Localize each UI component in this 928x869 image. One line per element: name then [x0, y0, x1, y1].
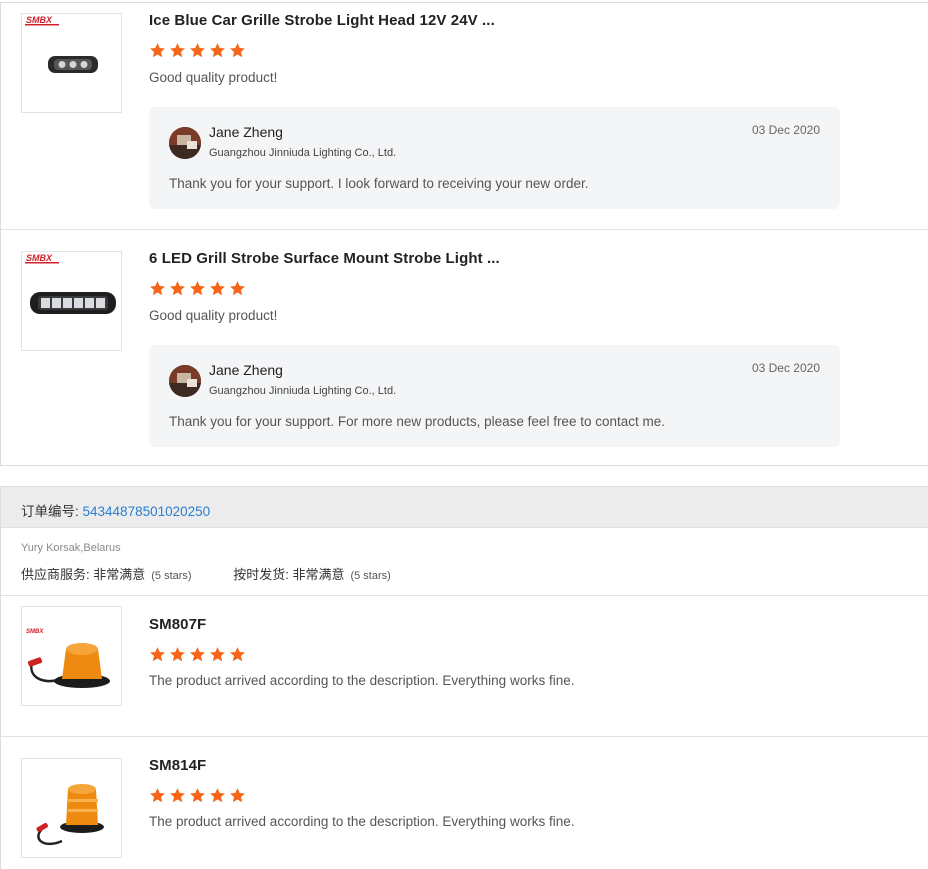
product-name[interactable]: SM814F — [149, 757, 206, 774]
brand-logo-text: SMBX — [26, 15, 53, 25]
avatar — [169, 127, 201, 159]
star-icon — [210, 788, 225, 803]
supplier-service-rating: 供应商服务: 非常满意 (5 stars) — [21, 564, 192, 583]
product-name[interactable]: 6 LED Grill Strobe Surface Mount Strobe … — [149, 250, 500, 267]
star-icon — [230, 788, 245, 803]
review-item: SMBX SM807F The product arrived accordin… — [1, 596, 928, 737]
reply-text: Thank you for your support. For more new… — [169, 414, 665, 429]
buyer-info: Yury Korsak,Belarus — [21, 542, 121, 554]
review-item: SM814F The product arrived according to … — [1, 737, 928, 869]
star-icon — [210, 43, 225, 58]
star-rating — [149, 646, 246, 664]
on-time-label: 按时发货: — [233, 567, 293, 582]
star-icon — [210, 281, 225, 296]
star-icon — [190, 43, 205, 58]
brand-logo-text: SMBX — [26, 253, 53, 263]
star-icon — [230, 281, 245, 296]
order-number-link[interactable]: 54344878501020250 — [83, 504, 211, 519]
supplier-reply: Jane Zheng Guangzhou Jinniuda Lighting C… — [149, 107, 840, 209]
order-header: 订单编号: 54344878501020250 — [1, 487, 928, 528]
product-thumbnail[interactable]: SMBX — [21, 251, 122, 351]
avatar — [169, 365, 201, 397]
star-rating — [149, 787, 246, 805]
on-time-value: 非常满意 — [292, 567, 345, 582]
order-card-2: 订单编号: 54344878501020250 Yury Korsak,Bela… — [0, 486, 928, 869]
order-number-row: 订单编号: 54344878501020250 — [21, 500, 210, 520]
reply-author: Jane Zheng — [209, 362, 283, 378]
star-icon — [230, 647, 245, 662]
supplier-reply: Jane Zheng Guangzhou Jinniuda Lighting C… — [149, 345, 840, 447]
product-name[interactable]: Ice Blue Car Grille Strobe Light Head 12… — [149, 12, 495, 29]
review-text: The product arrived according to the des… — [149, 814, 575, 829]
product-thumbnail[interactable] — [21, 758, 122, 858]
supplier-service-value: 非常满意 — [93, 567, 146, 582]
review-text: Good quality product! — [149, 308, 278, 323]
on-time-stars: (5 stars) — [350, 570, 391, 582]
on-time-shipment-rating: 按时发货: 非常满意 (5 stars) — [233, 564, 391, 583]
order-card-1: SMBX Ice Blue Car Grille Strobe Light He… — [0, 2, 928, 466]
order-number-label: 订单编号: — [21, 504, 83, 519]
star-icon — [150, 647, 165, 662]
star-rating — [149, 280, 246, 298]
product-thumbnail[interactable]: SMBX — [21, 606, 122, 706]
review-item: SMBX 6 LED Grill Strobe Surface Mount St… — [1, 230, 928, 467]
star-icon — [150, 281, 165, 296]
product-name[interactable]: SM807F — [149, 616, 206, 633]
review-text: The product arrived according to the des… — [149, 673, 575, 688]
supplier-service-stars: (5 stars) — [151, 570, 192, 582]
star-icon — [170, 788, 185, 803]
star-icon — [170, 647, 185, 662]
star-icon — [190, 281, 205, 296]
brand-logo-text: SMBX — [26, 629, 44, 635]
review-text: Good quality product! — [149, 70, 278, 85]
star-icon — [230, 43, 245, 58]
reply-text: Thank you for your support. I look forwa… — [169, 176, 589, 191]
star-icon — [150, 788, 165, 803]
reply-date: 03 Dec 2020 — [751, 123, 820, 137]
star-icon — [170, 281, 185, 296]
star-icon — [190, 647, 205, 662]
review-item: SMBX Ice Blue Car Grille Strobe Light He… — [1, 3, 928, 230]
order-ratings: 供应商服务: 非常满意 (5 stars) 按时发货: 非常满意 (5 stars) — [21, 564, 429, 583]
star-rating — [149, 42, 246, 60]
reply-company: Guangzhou Jinniuda Lighting Co., Ltd. — [209, 385, 397, 397]
star-icon — [150, 43, 165, 58]
supplier-service-label: 供应商服务: — [21, 567, 94, 582]
reply-date: 03 Dec 2020 — [751, 361, 820, 375]
reply-company: Guangzhou Jinniuda Lighting Co., Ltd. — [209, 147, 397, 159]
star-icon — [170, 43, 185, 58]
star-icon — [210, 647, 225, 662]
star-icon — [190, 788, 205, 803]
reply-author: Jane Zheng — [209, 124, 283, 140]
product-thumbnail[interactable]: SMBX — [21, 13, 122, 113]
